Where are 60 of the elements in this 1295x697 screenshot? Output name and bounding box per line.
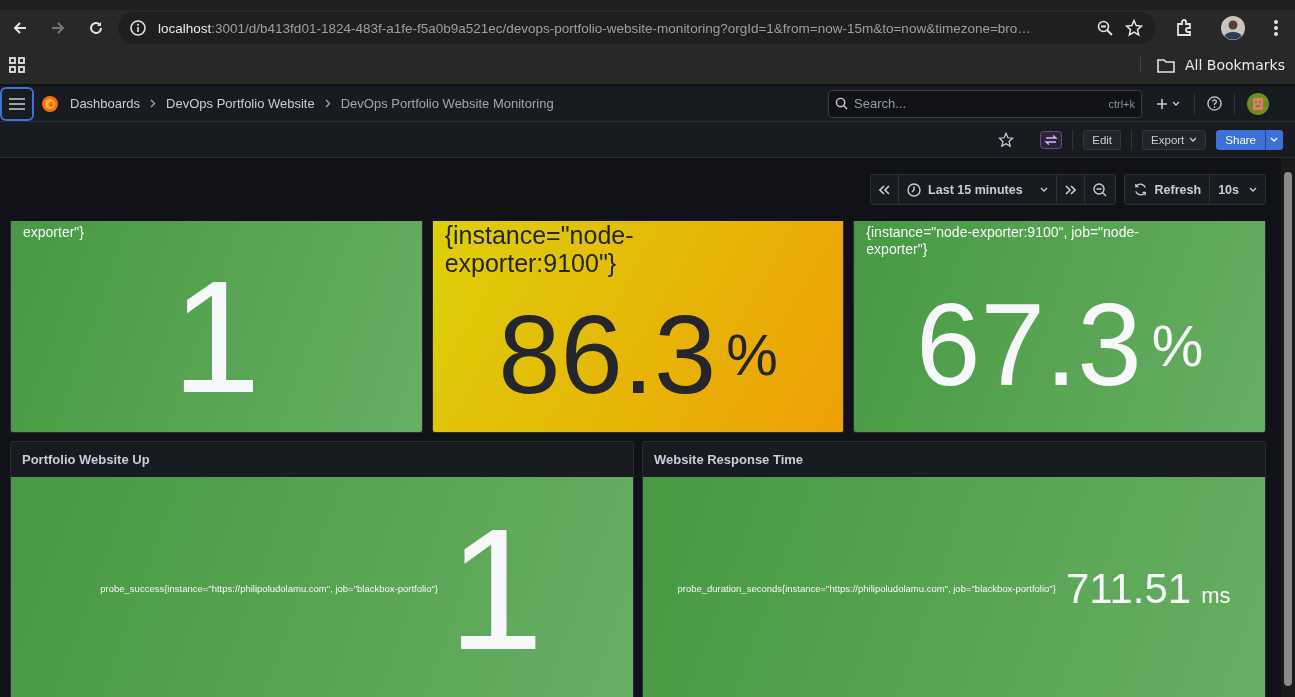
stat-value: 1 xyxy=(171,256,261,417)
back-icon[interactable] xyxy=(12,20,28,36)
search-icon xyxy=(835,97,848,110)
info-icon[interactable] xyxy=(130,20,146,36)
breadcrumb-link[interactable]: DevOps Portfolio Website xyxy=(166,96,315,111)
url-text: localhost:3001/d/b413fd01-1824-483f-a1fe-f5a0b9a521ec/devops-portfolio-website-monitoring?orgId=1&from=now-15m&to=now&timezone=bro… xyxy=(158,20,1032,36)
panel-title: Portfolio Website Up xyxy=(21,451,151,469)
refresh-button[interactable]: Refresh xyxy=(1124,175,1211,204)
chevron-down-icon xyxy=(1039,186,1048,193)
breadcrumb-link[interactable]: DevOps Portfolio Website Monitoring xyxy=(340,96,554,111)
address-bar[interactable]: localhost:3001/d/b413fd01-1824-483f-a1fe-f5a0b9a521ec/devops-portfolio-website-monitoring?orgId=1&from=now-15m&to=now&timezone=bro… xyxy=(118,12,1155,44)
folder-icon xyxy=(1156,57,1175,73)
series-legend: probe_duration_seconds{instance="https://philipoludolamu.com", job="blackbox-portfolio"} xyxy=(677,582,1056,595)
apps-icon[interactable] xyxy=(9,57,25,73)
reload-icon[interactable] xyxy=(88,20,104,36)
stat-value: 711.51 xyxy=(1065,567,1192,610)
double-chevron-right-icon xyxy=(1064,184,1076,195)
series-legend: {instance="node-exporter:9100", job="node-exporter"} xyxy=(866,221,1197,258)
stat-unit: % xyxy=(1151,311,1204,379)
export-button[interactable]: Export xyxy=(1142,129,1207,150)
add-menu-icon[interactable] xyxy=(1156,97,1182,110)
star-icon[interactable] xyxy=(1125,19,1143,37)
extension-icon[interactable] xyxy=(1175,19,1193,37)
double-chevron-left-icon xyxy=(879,184,891,195)
chevron-right-icon xyxy=(324,99,331,108)
stat-value: 86.3 xyxy=(498,298,717,411)
user-avatar[interactable] xyxy=(1247,92,1269,115)
search-field[interactable]: Search... ctrl+k xyxy=(828,89,1142,118)
scrollbar[interactable] xyxy=(1281,158,1295,697)
panel-title: Website Response Time xyxy=(653,451,805,469)
share-menu-button[interactable] xyxy=(1265,129,1283,150)
forward-icon[interactable] xyxy=(50,20,66,36)
stat-unit: % xyxy=(726,321,778,388)
menu-icon xyxy=(8,96,26,111)
shortcut-hint: ctrl+k xyxy=(1108,97,1135,110)
swap-icon[interactable] xyxy=(1040,130,1063,149)
help-icon[interactable] xyxy=(1207,96,1222,111)
star-icon[interactable] xyxy=(998,131,1015,148)
zoom-icon[interactable] xyxy=(1097,20,1113,36)
chevron-down-icon xyxy=(1270,136,1278,143)
series-legend: {instance="node-exporter:9100"} xyxy=(444,221,670,277)
stat-value: 1 xyxy=(448,502,544,675)
series-legend: probe_success{instance="https://philipoludolamu.com", job="blackbox-portfolio"} xyxy=(100,582,439,595)
zoom-out-icon xyxy=(1092,182,1107,197)
chevron-down-icon xyxy=(1249,186,1257,193)
more-icon[interactable] xyxy=(1273,19,1279,37)
stat-value: 67.3 xyxy=(915,287,1142,403)
edit-button[interactable]: Edit xyxy=(1083,129,1122,150)
refresh-interval-picker[interactable]: 10s xyxy=(1210,175,1265,204)
menu-button[interactable] xyxy=(0,86,34,121)
share-button[interactable]: Share xyxy=(1216,129,1265,150)
breadcrumb-link[interactable]: Dashboards xyxy=(70,96,141,111)
bookmarks-folder[interactable]: All Bookmarks xyxy=(1184,57,1285,73)
clock-icon xyxy=(907,182,922,197)
series-legend: exporter"} xyxy=(23,221,353,241)
chevron-down-icon xyxy=(1189,136,1198,143)
stat-unit: ms xyxy=(1201,582,1231,609)
refresh-icon xyxy=(1132,182,1148,197)
chevron-right-icon xyxy=(150,99,157,108)
profile-avatar[interactable] xyxy=(1221,16,1245,40)
